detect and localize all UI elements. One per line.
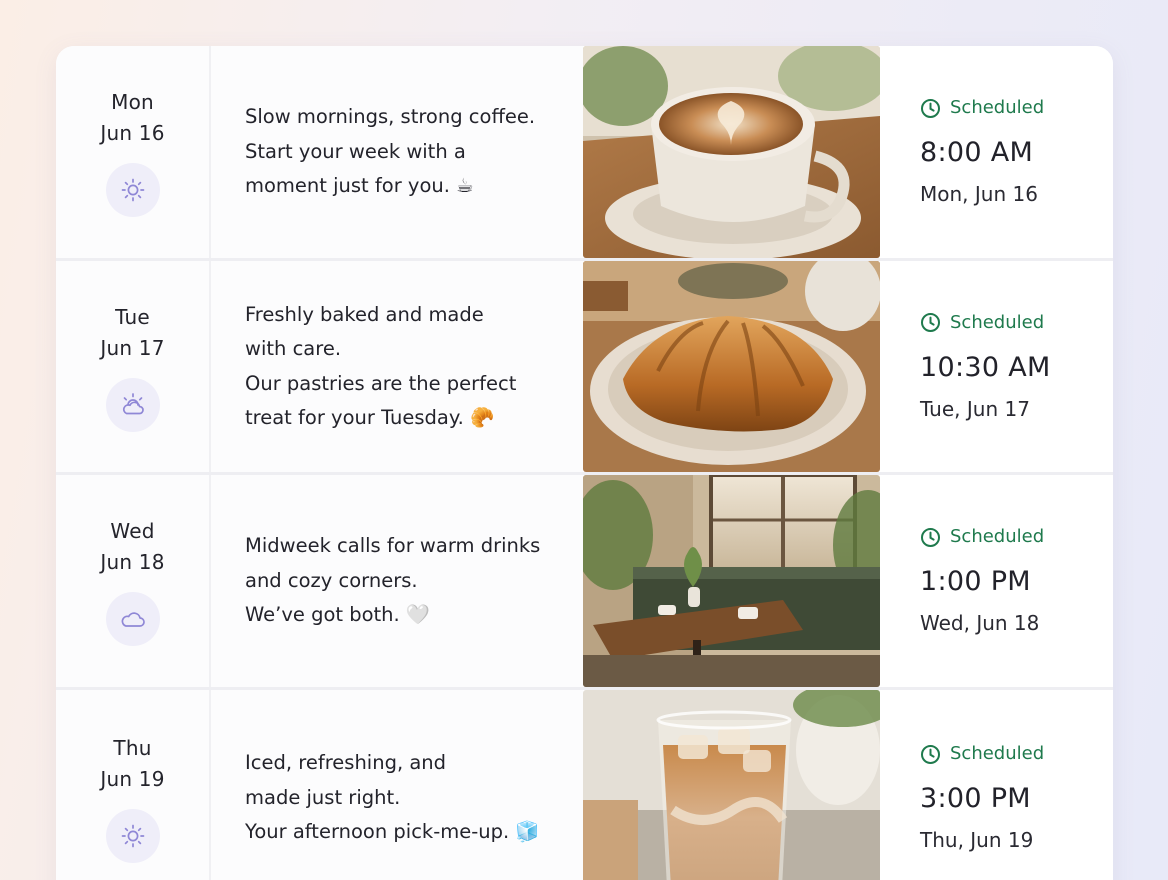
status-label: Scheduled bbox=[950, 743, 1045, 764]
day-column: Mon Jun 16 bbox=[56, 46, 211, 258]
schedule-status-column[interactable]: Scheduled 8:00 AM Mon, Jun 16 bbox=[880, 46, 1113, 258]
iced-latte-glass-photo[interactable] bbox=[583, 690, 880, 880]
weekday-label: Thu bbox=[113, 736, 152, 760]
scheduled-date: Wed, Jun 18 bbox=[920, 611, 1040, 635]
partly-cloudy-icon bbox=[105, 377, 160, 432]
caption-line: made just right. bbox=[245, 785, 401, 809]
clock-icon bbox=[921, 527, 940, 547]
status-badge: Scheduled bbox=[920, 524, 1113, 550]
scheduled-date: Tue, Jun 17 bbox=[920, 396, 1030, 421]
caption-line: and cozy corners. bbox=[245, 568, 418, 592]
status-badge: Scheduled bbox=[920, 310, 1113, 336]
day-column: Wed Jun 18 bbox=[56, 475, 211, 687]
scheduled-time: 8:00 AM bbox=[920, 137, 1034, 168]
status-label: Scheduled bbox=[950, 311, 1045, 333]
schedule-row[interactable]: Thu Jun 19 Iced, refreshing, and made ju… bbox=[56, 690, 1113, 880]
schedule-status-column[interactable]: Scheduled 1:00 PM Wed, Jun 18 bbox=[880, 475, 1113, 687]
scheduled-time: 10:30 AM bbox=[920, 351, 1051, 383]
clock-icon bbox=[921, 98, 940, 118]
date-label: Jun 16 bbox=[100, 121, 165, 145]
schedule-status-column[interactable]: Scheduled 3:00 PM Thu, Jun 19 bbox=[880, 690, 1113, 880]
caption-line: We’ve got both. 🤍 bbox=[245, 603, 431, 627]
status-badge: Scheduled bbox=[920, 95, 1113, 121]
sun-icon bbox=[105, 809, 160, 863]
schedule-row[interactable]: Wed Jun 18 Midweek calls for warm drinks… bbox=[56, 475, 1113, 687]
caption-line: moment just for you. ☕ bbox=[245, 174, 474, 198]
schedule-row[interactable]: Tue Jun 17 Freshly baked and made with c… bbox=[56, 261, 1113, 472]
scheduled-time: 1:00 PM bbox=[920, 566, 1031, 597]
post-schedule-card: Mon Jun 16 Slow mornings, strong coffee.… bbox=[56, 46, 1113, 880]
scheduled-time: 3:00 PM bbox=[920, 783, 1031, 814]
scheduled-date: Thu, Jun 19 bbox=[920, 828, 1034, 852]
croissant-plate-photo[interactable] bbox=[583, 261, 880, 472]
status-badge: Scheduled bbox=[920, 741, 1113, 767]
caption-column[interactable]: Midweek calls for warm drinks and cozy c… bbox=[211, 475, 583, 687]
caption-line: treat for your Tuesday. 🥐 bbox=[245, 406, 495, 429]
caption-column[interactable]: Freshly baked and made with care. Our pa… bbox=[211, 261, 583, 472]
date-label: Jun 19 bbox=[100, 767, 165, 791]
clock-icon bbox=[921, 744, 940, 764]
weekday-label: Wed bbox=[110, 519, 155, 543]
scheduled-date: Mon, Jun 16 bbox=[920, 182, 1038, 206]
caption-column[interactable]: Slow mornings, strong coffee. Start your… bbox=[211, 46, 583, 258]
caption-line: Iced, refreshing, and bbox=[245, 751, 447, 775]
caption-line: with care. bbox=[245, 337, 342, 360]
weekday-label: Tue bbox=[115, 304, 150, 329]
schedule-row[interactable]: Mon Jun 16 Slow mornings, strong coffee.… bbox=[56, 46, 1113, 258]
cloud-icon bbox=[105, 592, 160, 646]
status-label: Scheduled bbox=[950, 526, 1045, 547]
cafe-interior-photo[interactable] bbox=[583, 475, 880, 687]
caption-line: Slow mornings, strong coffee. bbox=[245, 105, 536, 129]
caption-line: Midweek calls for warm drinks bbox=[245, 534, 541, 558]
caption-line: Our pastries are the perfect bbox=[245, 371, 517, 395]
caption-line: Freshly baked and made bbox=[245, 302, 484, 326]
sun-icon bbox=[105, 163, 160, 217]
date-label: Jun 18 bbox=[100, 550, 165, 574]
clock-icon bbox=[921, 313, 940, 332]
latte-coffee-cup-photo[interactable] bbox=[583, 46, 880, 258]
caption-column[interactable]: Iced, refreshing, and made just right. Y… bbox=[211, 690, 583, 880]
date-label: Jun 17 bbox=[100, 335, 165, 360]
day-column: Thu Jun 19 bbox=[56, 690, 211, 880]
weekday-label: Mon bbox=[111, 90, 154, 114]
schedule-status-column[interactable]: Scheduled 10:30 AM Tue, Jun 17 bbox=[880, 261, 1113, 472]
caption-line: Start your week with a bbox=[245, 139, 466, 163]
caption-line: Your afternoon pick-me-up. 🧊 bbox=[245, 820, 540, 844]
day-column: Tue Jun 17 bbox=[56, 261, 211, 472]
status-label: Scheduled bbox=[950, 97, 1045, 118]
